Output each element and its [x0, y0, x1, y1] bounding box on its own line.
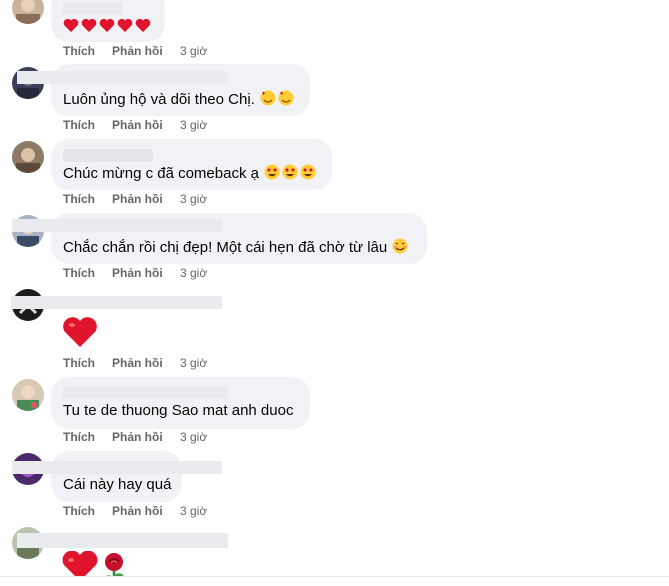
hearts-emoji-icon — [63, 18, 151, 32]
like-button[interactable]: Thích — [63, 504, 95, 518]
comment-text: Chắc chắn rồi chị đẹp! Một cái hẹn đã ch… — [63, 239, 388, 256]
like-button[interactable]: Thích — [63, 266, 95, 280]
redacted-author-name — [17, 533, 228, 548]
redacted-author-name — [63, 149, 153, 162]
like-button[interactable]: Thích — [63, 118, 95, 132]
redacted-author-name — [63, 386, 228, 399]
comment-list: Thích Phản hồi 3 giờ Luôn ủng hộ và dõi … — [0, 0, 669, 585]
avatar[interactable] — [12, 141, 44, 173]
timestamp[interactable]: 3 giờ — [180, 356, 207, 370]
like-button[interactable]: Thích — [63, 356, 95, 370]
reply-button[interactable]: Phản hồi — [112, 356, 163, 370]
comment-bubble: Cái này hay quá — [12, 451, 222, 502]
redacted-author-name — [12, 219, 222, 232]
timestamp[interactable]: 3 giờ — [180, 192, 207, 206]
reply-button[interactable]: Phản hồi — [112, 44, 163, 58]
reply-button[interactable]: Phản hồi — [112, 504, 163, 518]
like-button[interactable]: Thích — [63, 430, 95, 444]
smiling-face-emoji-icon — [392, 238, 408, 254]
comment-emojis — [62, 315, 98, 353]
reply-button[interactable]: Phản hồi — [112, 430, 163, 444]
timestamp[interactable]: 3 giờ — [180, 118, 207, 132]
comment-bubble — [51, 0, 165, 42]
avatar[interactable] — [12, 0, 44, 24]
redacted-author-name — [17, 71, 228, 84]
comment-bubble: Tu te de thuong Sao mat anh duoc — [51, 377, 310, 429]
smiling-face-with-hearts-emoji-icon — [260, 90, 294, 106]
big-heart-emoji-icon — [63, 317, 97, 347]
comment-text: Cái này hay quá — [63, 476, 172, 493]
like-button[interactable]: Thích — [63, 192, 95, 206]
redacted-author-name — [63, 2, 123, 15]
reply-button[interactable]: Phản hồi — [112, 118, 163, 132]
avatar[interactable] — [12, 379, 44, 411]
reply-button[interactable]: Phản hồi — [112, 266, 163, 280]
timestamp[interactable]: 3 giờ — [180, 504, 207, 518]
comment-emojis — [63, 16, 153, 36]
comment-bubble: Chắc chắn rồi chị đẹp! Một cái hẹn đã ch… — [12, 213, 427, 264]
reply-button[interactable]: Phản hồi — [112, 192, 163, 206]
timestamp[interactable]: 3 giờ — [180, 430, 207, 444]
timestamp[interactable]: 3 giờ — [180, 44, 207, 58]
comment-bubble: Luôn ủng hộ và dõi theo Chị. — [17, 64, 310, 116]
timestamp[interactable]: 3 giờ — [180, 266, 207, 280]
like-button[interactable]: Thích — [63, 44, 95, 58]
heart-eyes-emoji-icon — [264, 164, 316, 180]
redacted-author-name — [12, 461, 222, 474]
comment-bubble: Chúc mừng c đã comeback ạ — [51, 139, 332, 190]
redacted-author-name — [11, 296, 222, 309]
comment-text: Luôn ủng hộ và dõi theo Chị. — [63, 91, 255, 108]
comment-text: Tu te de thuong Sao mat anh duoc — [63, 402, 294, 419]
comment-text: Chúc mừng c đã comeback ạ — [63, 165, 259, 182]
